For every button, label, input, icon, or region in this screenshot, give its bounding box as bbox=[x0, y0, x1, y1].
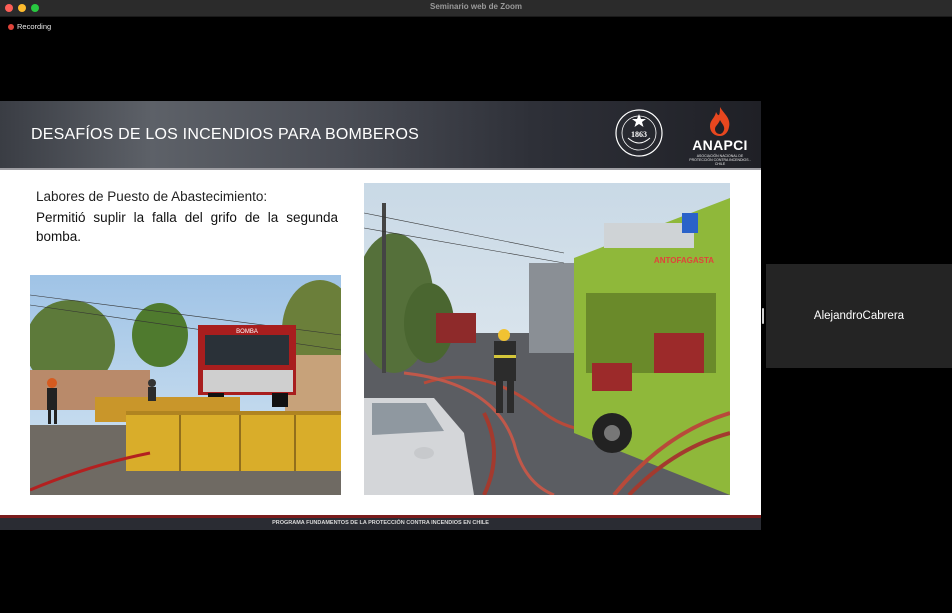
slide-heading: Labores de Puesto de Abastecimiento: bbox=[36, 189, 268, 204]
slide-footer: PROGRAMA FUNDAMENTOS DE LA PROTECCIÓN CO… bbox=[0, 515, 761, 530]
truck-side-label: ANTOFAGASTA bbox=[654, 256, 714, 265]
recording-label: Recording bbox=[17, 22, 52, 31]
slide-title: DESAFÍOS DE LOS INCENDIOS PARA BOMBEROS bbox=[31, 126, 420, 143]
logo-name: ANAPCI bbox=[692, 137, 748, 153]
slide-body-text: Permitió suplir la falla del grifo de la… bbox=[36, 210, 338, 244]
window-titlebar: Seminario web de Zoom bbox=[0, 0, 952, 17]
seal-year: 1863 bbox=[631, 130, 647, 139]
shared-slide: DESAFÍOS DE LOS INCENDIOS PARA BOMBEROS … bbox=[0, 101, 761, 530]
panel-divider-handle[interactable] bbox=[762, 308, 764, 324]
slide-header: DESAFÍOS DE LOS INCENDIOS PARA BOMBEROS … bbox=[0, 101, 761, 170]
record-dot-icon bbox=[8, 23, 14, 30]
participant-video-tile[interactable]: AlejandroCabrera bbox=[766, 264, 952, 368]
fire-department-seal-icon: 1863 bbox=[615, 109, 663, 157]
logo-tagline: ASOCIACIÓN NACIONAL DE PROTECCIÓN CONTRA… bbox=[689, 154, 751, 166]
recording-indicator[interactable]: Recording bbox=[8, 22, 51, 31]
footer-text: PROGRAMA FUNDAMENTOS DE LA PROTECCIÓN CO… bbox=[272, 520, 489, 526]
window-title: Seminario web de Zoom bbox=[429, 2, 522, 11]
participant-name: AlejandroCabrera bbox=[813, 310, 905, 322]
street-fire-truck-photo: ANTOFAGASTA bbox=[364, 183, 730, 495]
truck-label: BOMBA bbox=[236, 329, 258, 335]
flame-icon bbox=[710, 107, 730, 136]
anapci-logo: ANAPCI ASOCIACIÓN NACIONAL DE PROTECCIÓN… bbox=[684, 106, 756, 166]
fire-truck-water-tank-photo: BOMBA bbox=[30, 275, 341, 495]
